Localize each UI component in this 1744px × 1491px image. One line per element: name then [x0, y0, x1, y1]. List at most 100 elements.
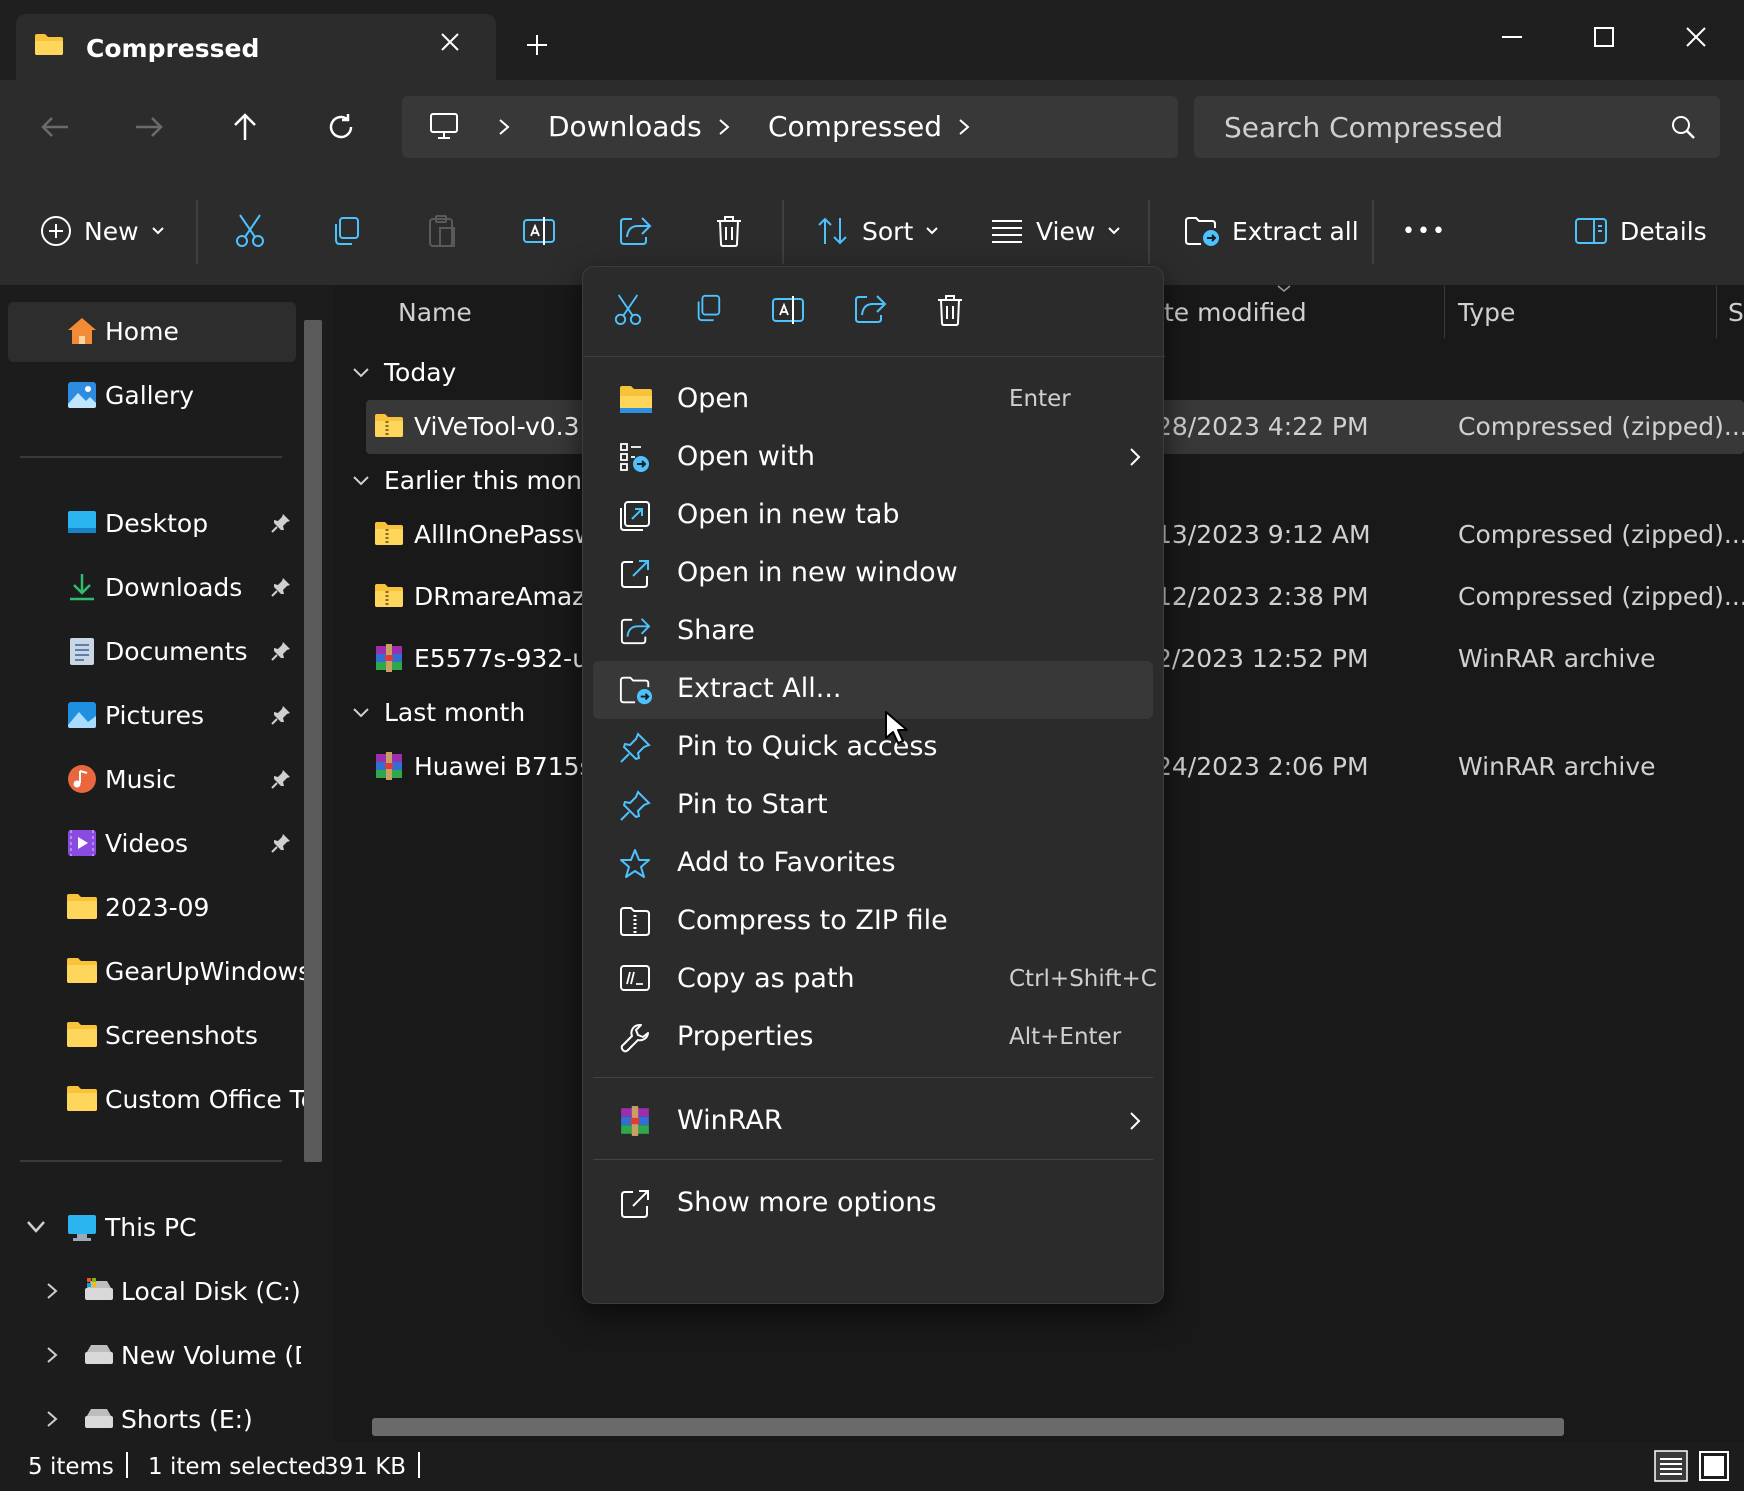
- sidebar-item-gearupwindows[interactable]: GearUpWindows D: [8, 942, 305, 1002]
- sidebar-item-shorts-e[interactable]: Shorts (E:): [8, 1390, 296, 1450]
- search-box[interactable]: Search Compressed: [1194, 96, 1720, 158]
- menu-item-add-to-favorites[interactable]: Add to Favorites: [593, 835, 1153, 893]
- address-bar[interactable]: Downloads Compressed: [402, 96, 1178, 158]
- paste-button[interactable]: [426, 204, 458, 258]
- rename-button[interactable]: [522, 204, 556, 258]
- new-button[interactable]: New: [40, 204, 165, 258]
- sidebar-item-downloads[interactable]: Downloads: [8, 558, 296, 618]
- delete-icon[interactable]: [935, 293, 965, 327]
- pin-icon[interactable]: [270, 512, 292, 534]
- new-tab-button[interactable]: [526, 34, 548, 56]
- tiles-view-icon[interactable]: [1698, 1450, 1730, 1482]
- cut-icon[interactable]: [613, 293, 643, 327]
- menu-item-show-more-options[interactable]: Show more options: [593, 1175, 1153, 1233]
- sidebar-item-local-disk-c[interactable]: Local Disk (C:): [8, 1262, 301, 1322]
- chevron-right-icon[interactable]: [46, 1410, 58, 1428]
- maximize-button[interactable]: [1572, 14, 1636, 60]
- sort-button[interactable]: Sort: [816, 204, 939, 258]
- tab-title: Compressed: [86, 34, 260, 63]
- pin-icon[interactable]: [270, 832, 292, 854]
- horizontal-scrollbar[interactable]: [372, 1418, 1564, 1436]
- group-label: Today: [384, 358, 457, 387]
- menu-item-winrar[interactable]: WinRAR: [593, 1093, 1153, 1151]
- details-button[interactable]: Details: [1574, 204, 1707, 258]
- selected-count: 1 item selected: [148, 1454, 327, 1480]
- breadcrumb-compressed[interactable]: Compressed: [768, 110, 942, 143]
- sidebar-item-custom-office[interactable]: Custom Office Ter: [8, 1070, 305, 1130]
- column-header-date[interactable]: te modified: [1164, 298, 1307, 327]
- menu-divider: [593, 1159, 1153, 1160]
- column-header-size[interactable]: Si: [1728, 298, 1744, 327]
- tab-compressed[interactable]: Compressed: [16, 14, 496, 80]
- sidebar-item-desktop[interactable]: Desktop: [8, 494, 296, 554]
- chevron-down-icon: [1276, 284, 1292, 294]
- refresh-button[interactable]: [316, 106, 366, 148]
- chevron-right-icon[interactable]: [718, 118, 730, 136]
- menu-item-open[interactable]: Open Enter: [593, 371, 1153, 429]
- sidebar-item-videos[interactable]: Videos: [8, 814, 296, 874]
- minimize-button[interactable]: [1480, 14, 1544, 60]
- close-tab-icon[interactable]: [440, 32, 460, 52]
- sidebar-item-label: This PC: [105, 1213, 197, 1242]
- status-bar: 5 items 1 item selected 391 KB: [0, 1442, 1744, 1491]
- delete-button[interactable]: [714, 204, 744, 258]
- group-header-earlier-this-month[interactable]: Earlier this month: [352, 466, 608, 495]
- chevron-right-icon[interactable]: [46, 1282, 58, 1300]
- menu-item-pin-to-quick-access[interactable]: Pin to Quick access: [593, 719, 1153, 777]
- back-button[interactable]: [30, 106, 80, 148]
- menu-item-open-with[interactable]: Open with: [593, 429, 1153, 487]
- menu-item-pin-to-start[interactable]: Pin to Start: [593, 777, 1153, 835]
- more-button[interactable]: •••: [1402, 204, 1447, 258]
- rename-icon[interactable]: [771, 293, 805, 327]
- forward-button[interactable]: [124, 106, 174, 148]
- chevron-right-icon[interactable]: [958, 118, 970, 136]
- sidebar-item-new-volume-d[interactable]: New Volume (D:): [8, 1326, 301, 1386]
- sidebar-item-documents[interactable]: Documents: [8, 622, 296, 682]
- group-header-last-month[interactable]: Last month: [352, 698, 525, 727]
- close-window-button[interactable]: [1664, 14, 1728, 60]
- pin-icon[interactable]: [270, 640, 292, 662]
- search-icon[interactable]: [1670, 114, 1696, 140]
- pictures-icon: [66, 700, 98, 730]
- chevron-down-icon[interactable]: [26, 1220, 46, 1234]
- chevron-right-icon[interactable]: [46, 1346, 58, 1364]
- menu-item-extract-all[interactable]: Extract All...: [593, 661, 1153, 719]
- search-input[interactable]: Search Compressed: [1224, 111, 1503, 144]
- view-button[interactable]: View: [990, 204, 1121, 258]
- sidebar-item-gallery[interactable]: Gallery: [8, 366, 296, 426]
- sidebar-item-this-pc[interactable]: This PC: [8, 1198, 296, 1258]
- column-header-type[interactable]: Type: [1458, 298, 1515, 327]
- menu-item-open-in-new-window[interactable]: Open in new window: [593, 545, 1153, 603]
- copy-button[interactable]: [330, 204, 362, 258]
- sidebar-item-screenshots[interactable]: Screenshots: [8, 1006, 296, 1066]
- pin-icon[interactable]: [270, 768, 292, 790]
- copy-icon[interactable]: [693, 293, 723, 323]
- cut-button[interactable]: [234, 204, 266, 258]
- item-count: 5 items: [28, 1454, 114, 1480]
- star-icon: [619, 848, 651, 880]
- up-button[interactable]: [220, 106, 270, 148]
- extract-all-button[interactable]: Extract all: [1184, 204, 1359, 258]
- column-header-name[interactable]: Name: [398, 298, 472, 327]
- details-view-icon[interactable]: [1654, 1450, 1688, 1482]
- menu-item-compress-to-zip[interactable]: Compress to ZIP file: [593, 893, 1153, 951]
- menu-item-copy-as-path[interactable]: Copy as path Ctrl+Shift+C: [593, 951, 1157, 1009]
- menu-item-shortcut: Alt+Enter: [1009, 1024, 1122, 1050]
- sidebar-item-music[interactable]: Music: [8, 750, 296, 810]
- chevron-right-icon[interactable]: [498, 118, 510, 136]
- sidebar-item-home[interactable]: Home: [8, 302, 296, 362]
- sidebar-item-2023-09[interactable]: 2023-09: [8, 878, 296, 938]
- share-icon[interactable]: [853, 293, 887, 325]
- breadcrumb-downloads[interactable]: Downloads: [548, 110, 702, 143]
- sidebar-item-pictures[interactable]: Pictures: [8, 686, 296, 746]
- share-button[interactable]: [618, 204, 652, 258]
- menu-item-open-in-new-tab[interactable]: Open in new tab: [593, 487, 1153, 545]
- group-header-today[interactable]: Today: [352, 358, 456, 387]
- menu-item-properties[interactable]: Properties Alt+Enter: [593, 1009, 1153, 1067]
- pin-icon[interactable]: [270, 576, 292, 598]
- sidebar-scrollbar[interactable]: [304, 320, 322, 1162]
- folder-icon: [34, 32, 64, 56]
- winrar-icon: [619, 1106, 651, 1136]
- menu-item-share[interactable]: Share: [593, 603, 1153, 661]
- pin-icon[interactable]: [270, 704, 292, 726]
